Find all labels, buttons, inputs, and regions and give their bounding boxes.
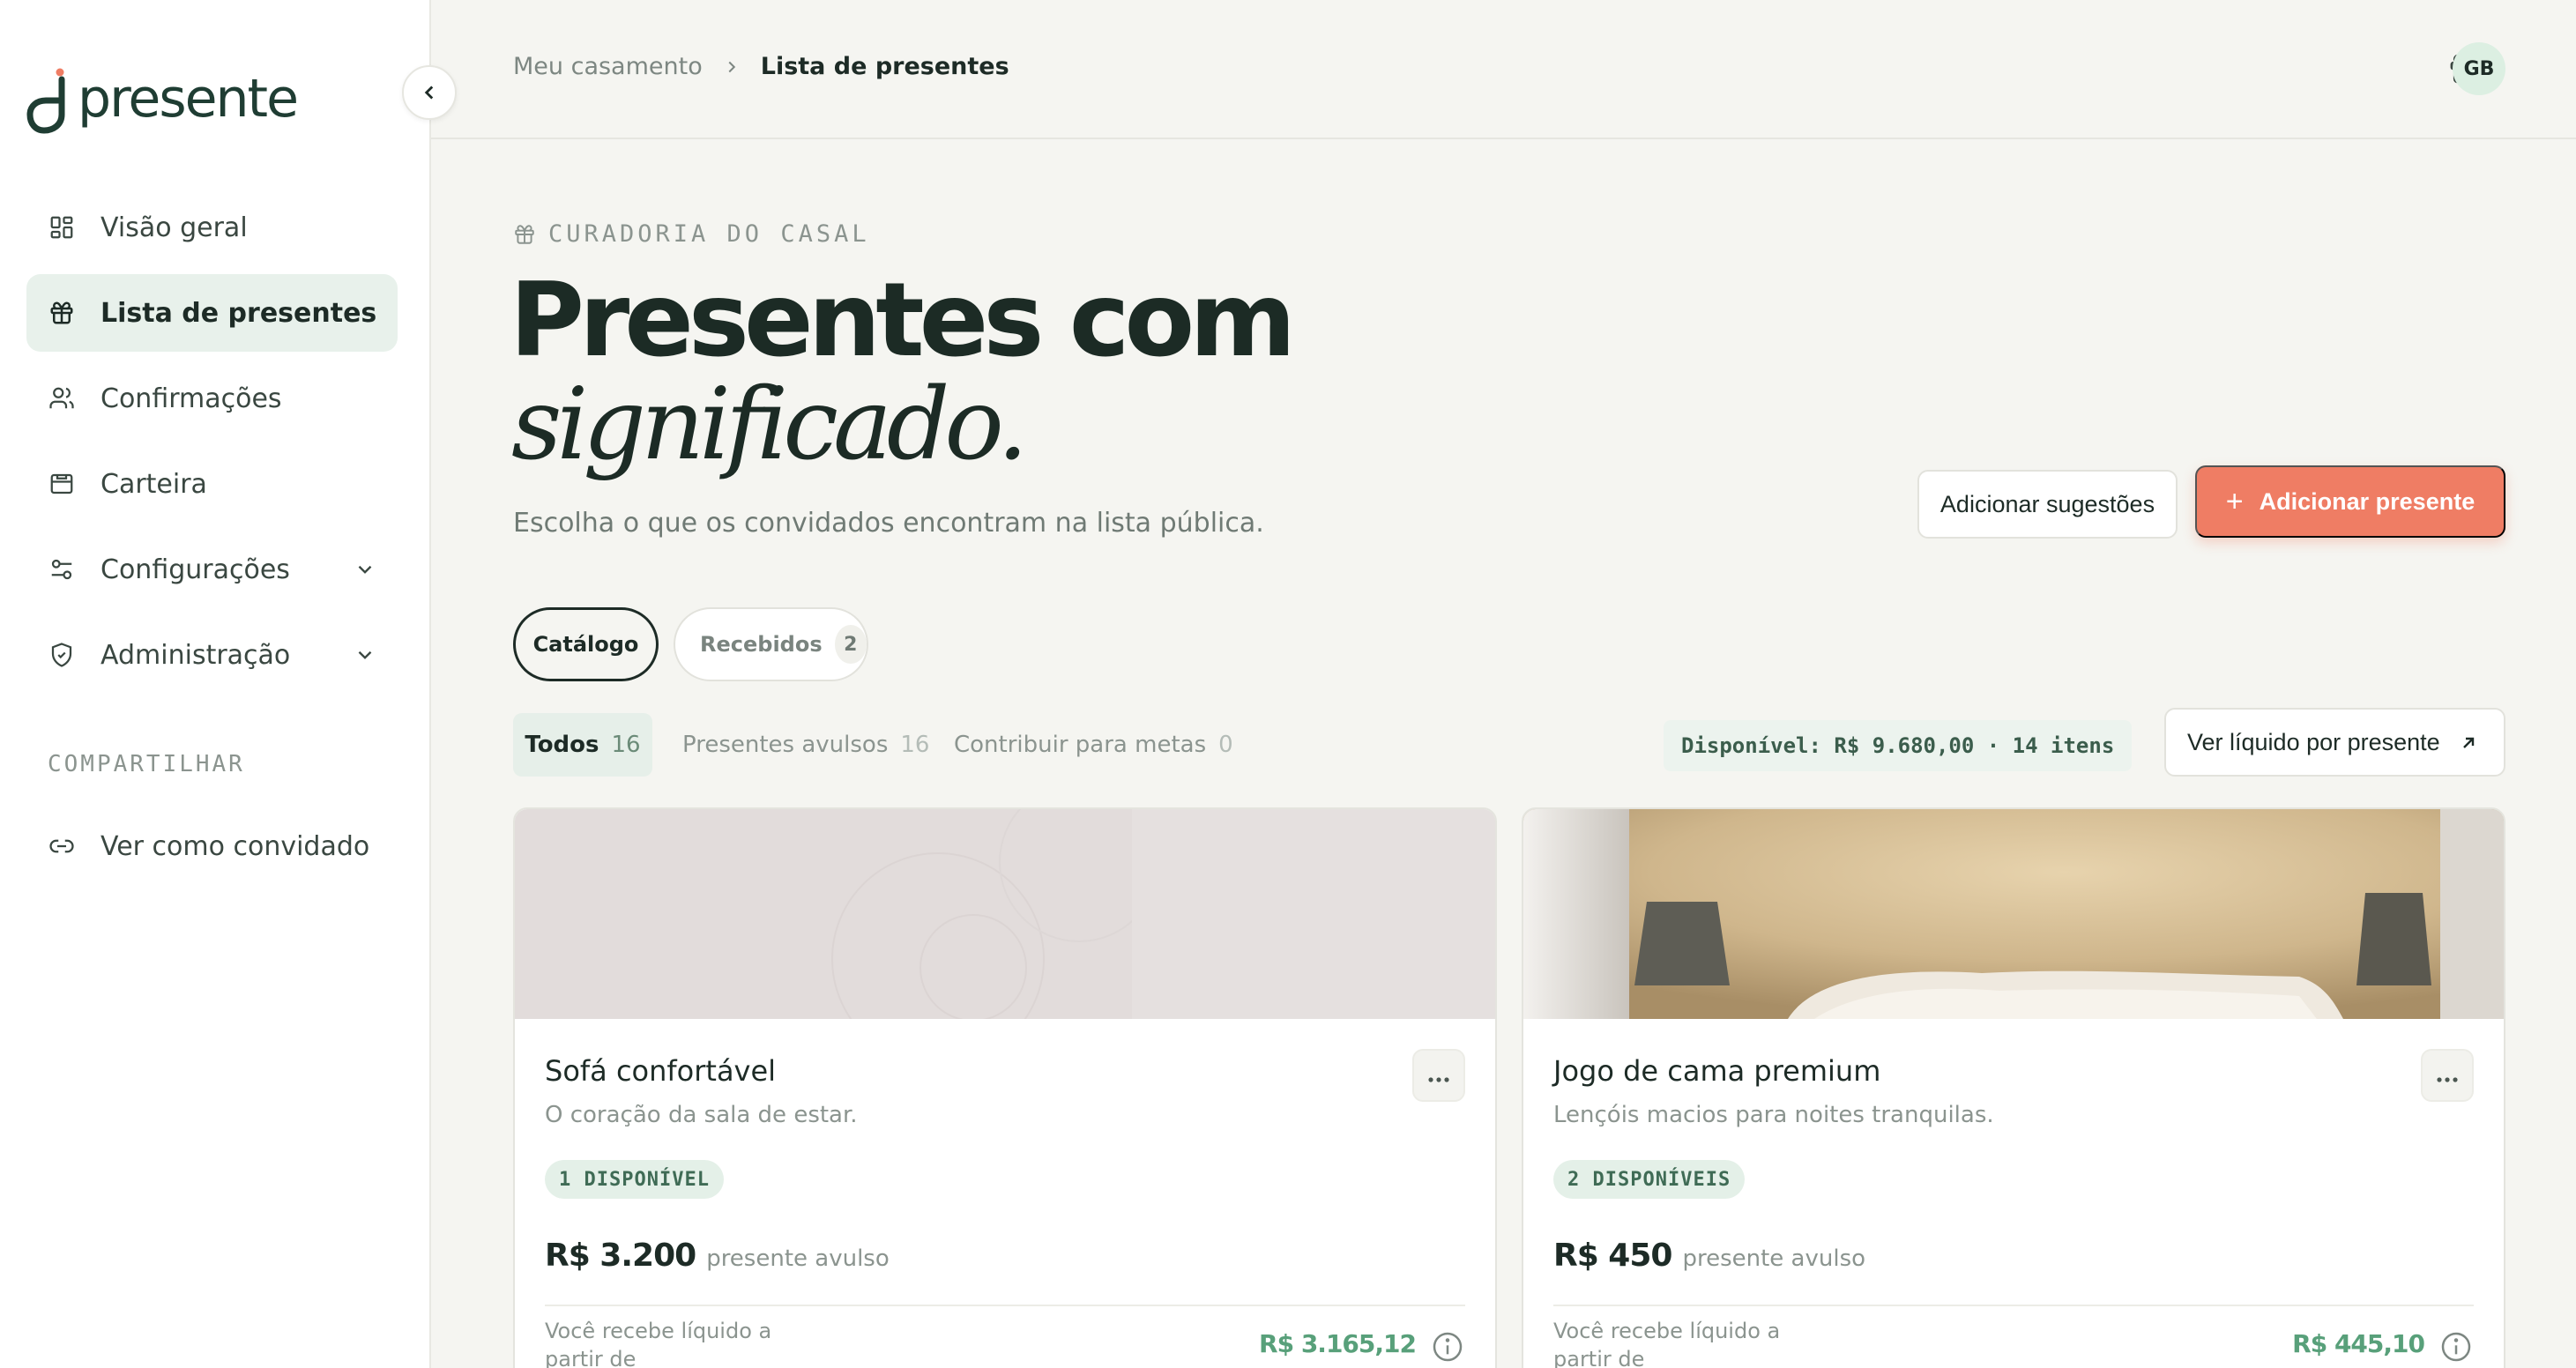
info-icon[interactable]	[2438, 1329, 2474, 1364]
add-suggestions-button[interactable]: Adicionar sugestões	[1917, 470, 2178, 539]
sidebar-item-admin[interactable]: Administração	[26, 616, 398, 694]
sidebar-item-gift-list[interactable]: Lista de presentes	[26, 274, 398, 352]
net-label: Você recebe líquido a partir de	[545, 1319, 772, 1368]
shield-icon	[48, 641, 76, 669]
gift-price: R$ 450 presente avulso	[1553, 1238, 1865, 1274]
link-icon	[48, 832, 76, 860]
logo-text: presente	[78, 68, 299, 130]
view-net-label: Ver líquido por presente	[2187, 728, 2440, 755]
sidebar-item-label: Confirmações	[101, 383, 282, 414]
net-label: Você recebe líquido a partir de	[1553, 1319, 1781, 1368]
tab-received[interactable]: Recebidos 2	[674, 607, 868, 681]
topbar: Meu casamento Lista de presentes GB	[431, 0, 2576, 139]
sidebar-item-label: Administração	[101, 639, 291, 671]
breadcrumb-current: Lista de presentes	[760, 53, 1009, 80]
filter-label: Contribuir para metas	[954, 732, 1207, 758]
gift-icon	[513, 223, 536, 246]
wallet-icon	[48, 470, 76, 498]
arrow-up-right-icon	[2458, 732, 2479, 760]
filter-count: 16	[611, 732, 641, 758]
gift-title: Sofá confortável	[545, 1054, 777, 1088]
ellipsis-icon	[1427, 1061, 1450, 1089]
sidebar-item-overview[interactable]: Visão geral	[26, 189, 398, 266]
info-icon[interactable]	[1430, 1329, 1465, 1364]
filter-label: Presentes avulsos	[682, 732, 889, 758]
filter-single-gifts[interactable]: Presentes avulsos 16	[682, 713, 929, 777]
gift-card[interactable]: Jogo de cama premium Lençóis macios para…	[1522, 807, 2505, 1368]
brand-logo[interactable]: presente	[26, 55, 299, 134]
logo-mark-icon	[26, 60, 78, 134]
sidebar-collapse-button[interactable]	[402, 65, 457, 120]
net-value: R$ 3.165,12	[1259, 1329, 1417, 1358]
gift-description: Lençóis macios para noites tranquilas.	[1553, 1102, 1994, 1128]
divider	[545, 1305, 1465, 1306]
sidebar-item-label: Carteira	[101, 468, 207, 500]
more-options-button[interactable]	[2421, 1049, 2474, 1102]
price-value: R$ 3.200	[545, 1238, 696, 1274]
net-value: R$ 445,10	[2292, 1329, 2425, 1358]
gift-title: Jogo de cama premium	[1553, 1054, 1881, 1088]
page-title-accent: significado.	[511, 368, 1028, 482]
add-gift-label: Adicionar presente	[2259, 487, 2475, 515]
sliders-icon	[48, 555, 76, 584]
gift-price: R$ 3.200 presente avulso	[545, 1238, 890, 1274]
breadcrumb: Meu casamento Lista de presentes	[513, 53, 1009, 80]
users-icon	[48, 384, 76, 413]
filter-count: 0	[1218, 732, 1233, 758]
view-net-per-gift-button[interactable]: Ver líquido por presente	[2164, 708, 2505, 777]
chevron-right-icon	[722, 57, 741, 77]
gift-description: O coração da sala de estar.	[545, 1102, 858, 1128]
availability-badge: 1 DISPONÍVEL	[545, 1160, 724, 1199]
gift-image	[1523, 809, 2504, 1019]
price-value: R$ 450	[1553, 1238, 1672, 1274]
filter-count: 16	[900, 732, 930, 758]
sidebar-item-settings[interactable]: Configurações	[26, 531, 398, 608]
sidebar: presente Visão geral Lista de presentes …	[0, 0, 431, 1368]
price-type: presente avulso	[706, 1245, 890, 1272]
sidebar-item-label: Configurações	[101, 554, 290, 585]
sidebar-item-view-as-guest[interactable]: Ver como convidado	[26, 807, 398, 885]
sidebar-nav: Visão geral Lista de presentes Confirmaç…	[26, 189, 398, 702]
add-gift-button[interactable]: + Adicionar presente	[2195, 465, 2505, 538]
gift-card[interactable]: Sofá confortável O coração da sala de es…	[513, 807, 1497, 1368]
breadcrumb-link[interactable]: Meu casamento	[513, 53, 703, 80]
ellipsis-icon	[2436, 1061, 2459, 1089]
page-subtitle: Escolha o que os convidados encontram na…	[513, 508, 1264, 539]
chevron-left-icon	[418, 81, 441, 104]
avatar[interactable]: GB	[2453, 42, 2505, 95]
more-options-button[interactable]	[1412, 1049, 1465, 1102]
eyebrow: CURADORIA DO CASAL	[513, 220, 870, 248]
sidebar-item-label: Visão geral	[101, 212, 248, 243]
grid-icon	[48, 213, 76, 242]
divider	[1553, 1305, 2474, 1306]
gift-image-placeholder	[515, 809, 1495, 1019]
share-section-label: COMPARTILHAR	[48, 751, 245, 777]
filter-contribute-goals[interactable]: Contribuir para metas 0	[954, 713, 1233, 777]
availability-badge: 2 DISPONÍVEIS	[1553, 1160, 1746, 1199]
filter-label: Todos	[525, 732, 599, 758]
filter-all[interactable]: Todos 16	[513, 713, 652, 777]
eyebrow-text: CURADORIA DO CASAL	[548, 220, 870, 248]
price-type: presente avulso	[1682, 1245, 1866, 1272]
sidebar-item-label: Ver como convidado	[101, 830, 370, 862]
available-summary: Disponível: R$ 9.680,00 · 14 itens	[1664, 720, 2133, 771]
sidebar-item-wallet[interactable]: Carteira	[26, 445, 398, 523]
filter-row: Todos 16 Presentes avulsos 16 Contribuir…	[513, 708, 2505, 780]
gift-icon	[48, 299, 76, 327]
chevron-down-icon[interactable]	[354, 557, 376, 588]
page-title: Presentes com	[510, 261, 1296, 380]
received-count-badge: 2	[834, 625, 867, 664]
tab-received-label: Recebidos	[700, 632, 823, 657]
chevron-down-icon[interactable]	[354, 643, 376, 673]
sidebar-item-label: Lista de presentes	[101, 297, 377, 329]
plus-icon: +	[2225, 484, 2244, 518]
sidebar-item-confirmations[interactable]: Confirmações	[26, 360, 398, 437]
tab-catalog[interactable]: Catálogo	[513, 607, 659, 681]
